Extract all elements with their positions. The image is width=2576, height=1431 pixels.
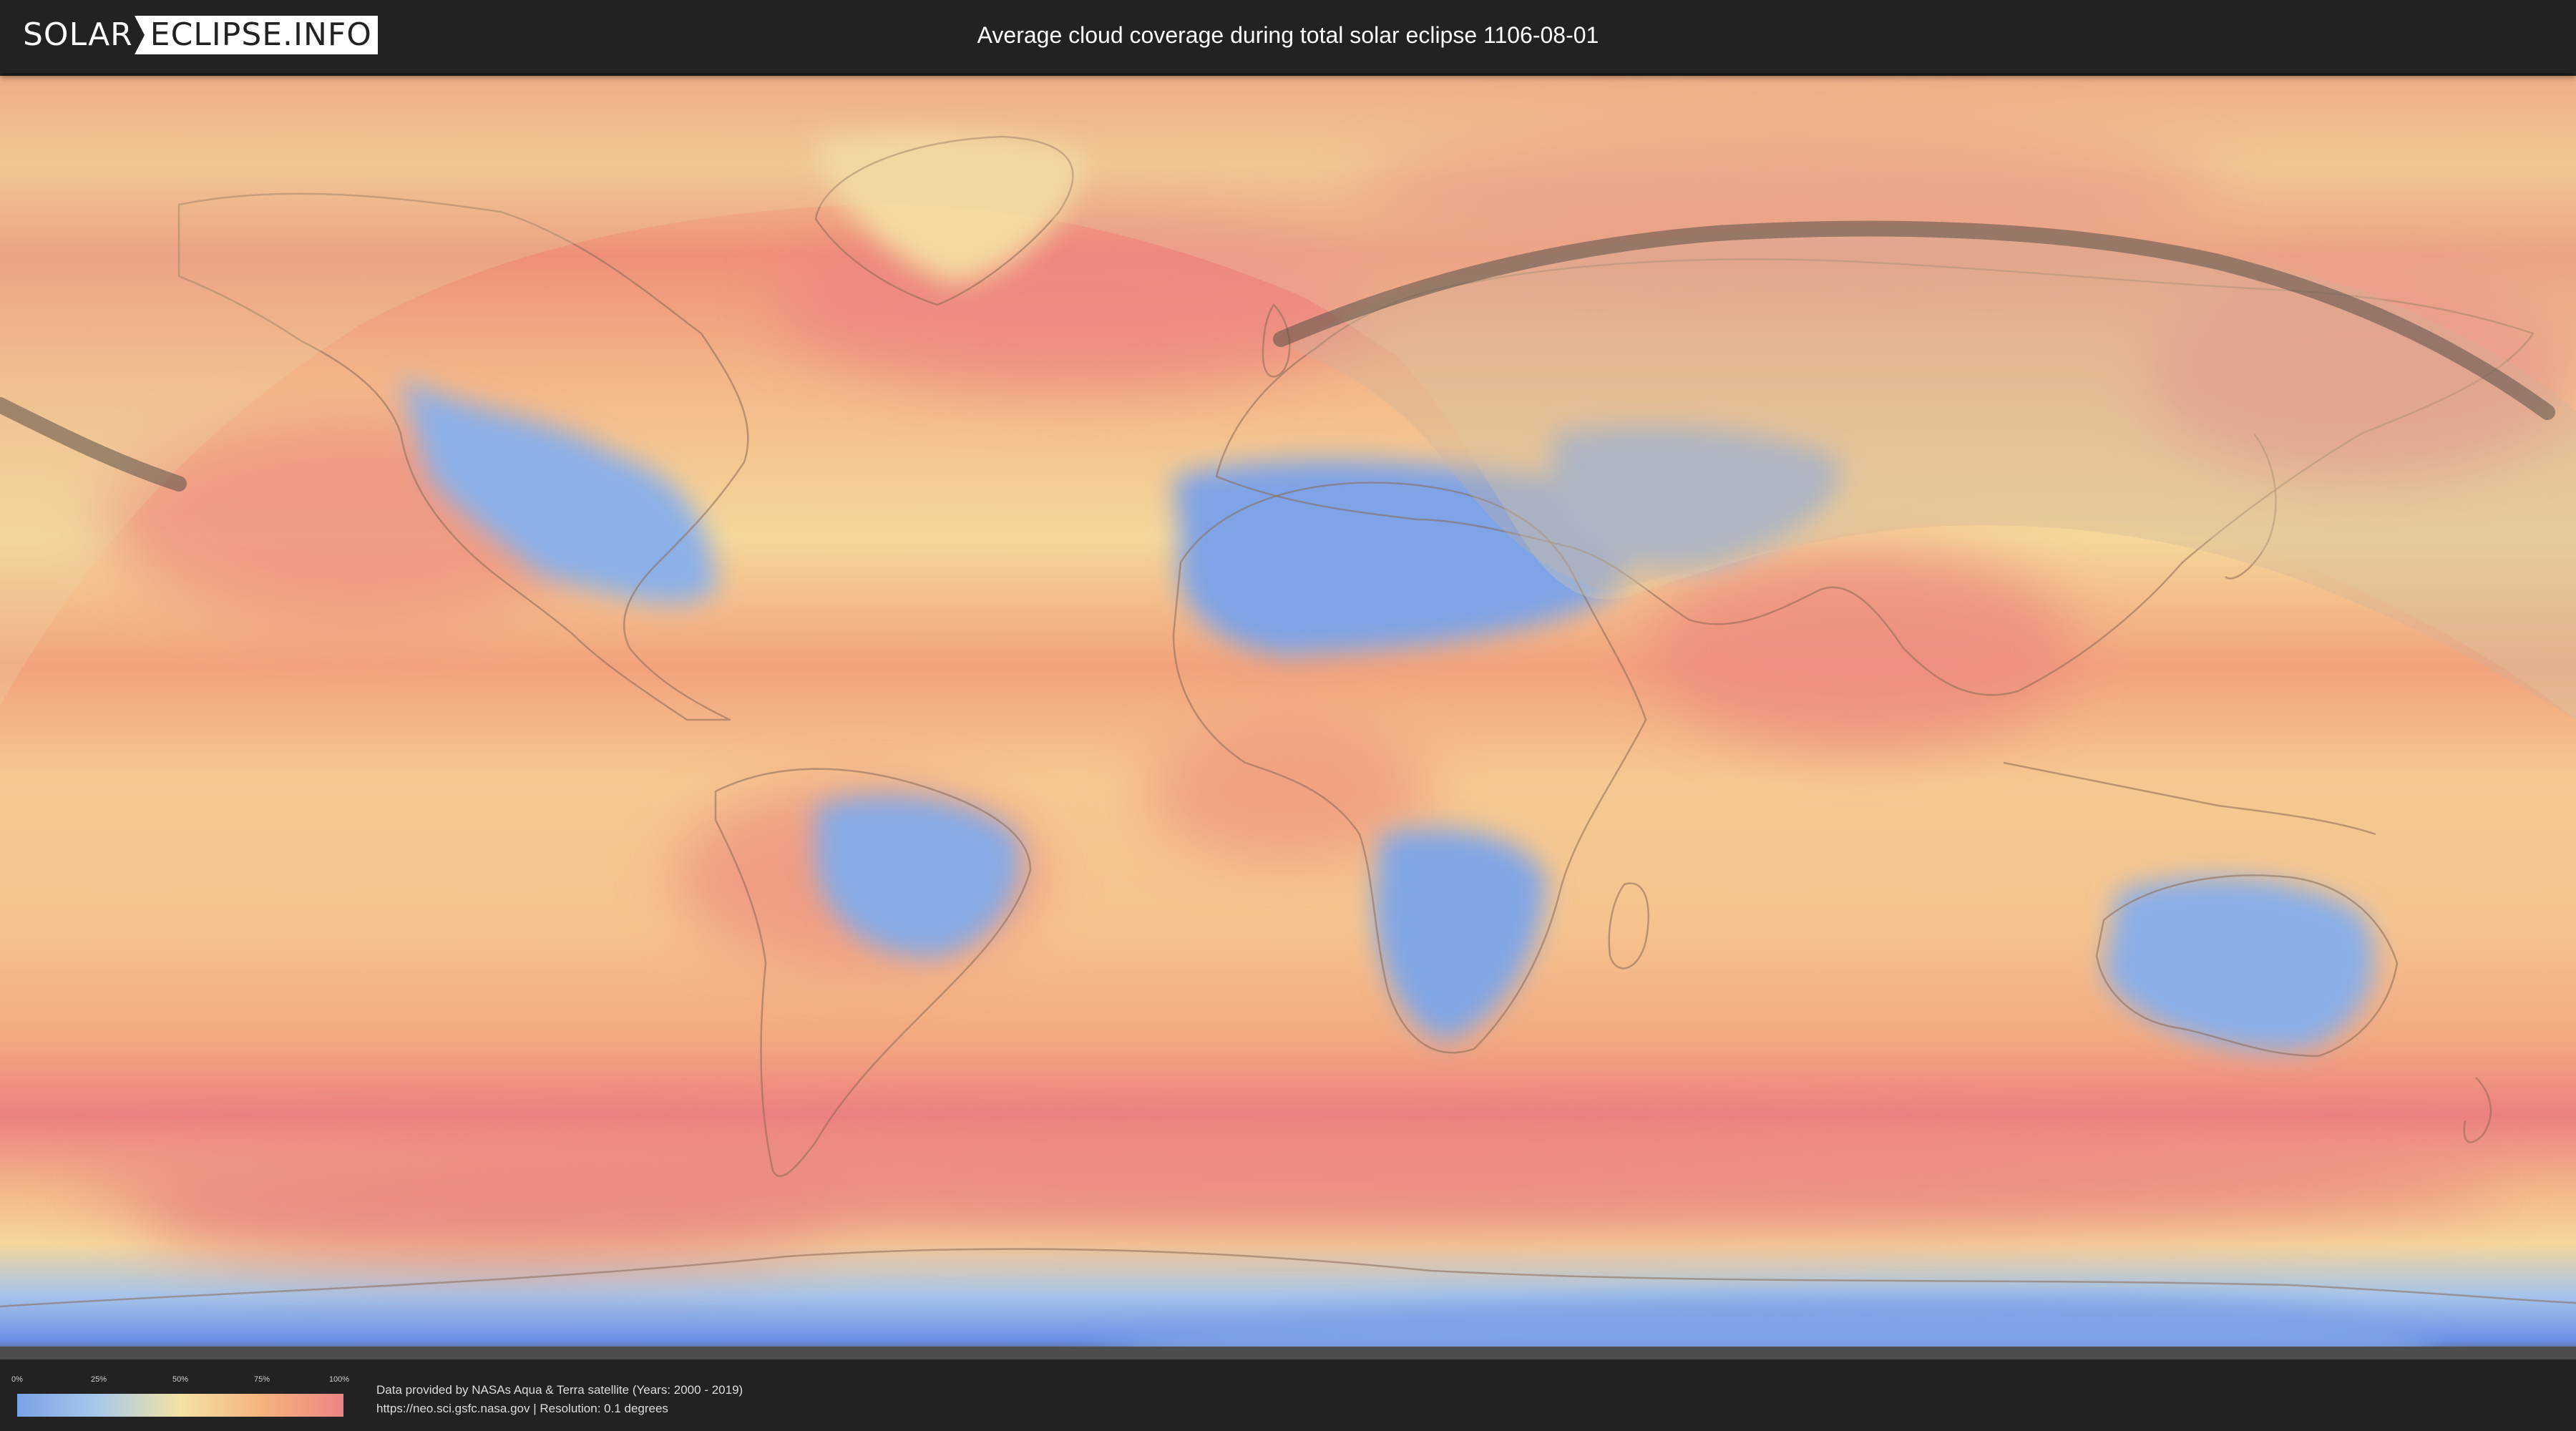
legend-tick-0: 0%: [11, 1375, 23, 1384]
footer-bar: 0% 25% 50% 75% 100% Data provided by NAS…: [0, 1359, 2576, 1431]
legend-tick-50: 50%: [172, 1375, 189, 1384]
legend-color-bar: [17, 1394, 343, 1417]
legend-tick-75: 75%: [253, 1375, 270, 1384]
header-bar: SOLAR ECLIPSE.INFO Average cloud coverag…: [0, 0, 2576, 73]
legend-tick-100: 100%: [328, 1375, 350, 1384]
credit-line-url[interactable]: https://neo.sci.gsfc.nasa.gov | Resoluti…: [376, 1400, 743, 1418]
cloud-coverage-legend: 0% 25% 50% 75% 100%: [11, 1372, 349, 1424]
page-title: Average cloud coverage during total sola…: [977, 22, 1599, 48]
credit-line-source: Data provided by NASAs Aqua & Terra sate…: [376, 1383, 743, 1397]
map-bottom-band: [0, 1347, 2576, 1359]
data-credits: Data provided by NASAs Aqua & Terra sate…: [376, 1381, 743, 1418]
cloud-coverage-map[interactable]: [0, 76, 2576, 1359]
legend-tick-25: 25%: [90, 1375, 107, 1384]
world-map-svg: [0, 76, 2576, 1359]
